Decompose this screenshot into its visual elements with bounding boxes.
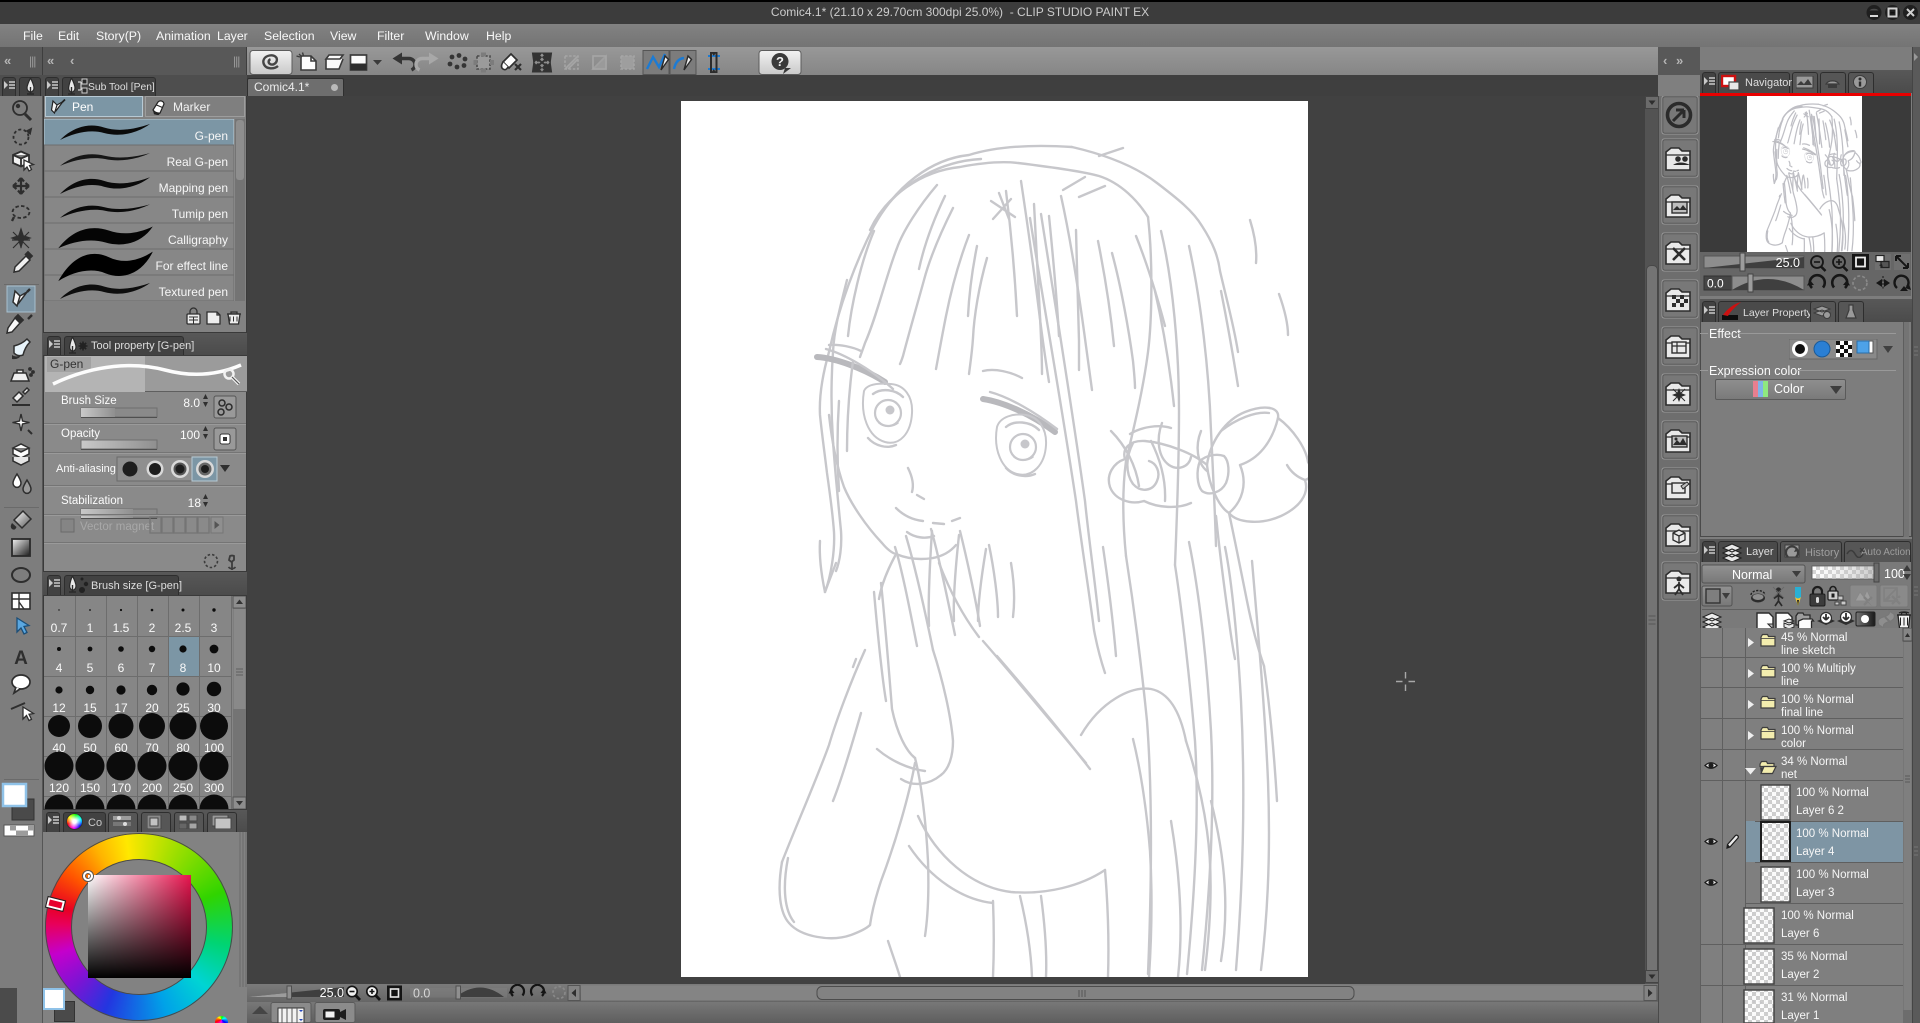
svg-text:25: 25 (176, 701, 190, 715)
svg-text:7: 7 (149, 661, 156, 675)
svg-text:100 % Multiply: 100 % Multiply (1781, 663, 1856, 675)
svg-text:Opacity: Opacity (61, 428, 100, 440)
svg-text:Layer 3: Layer 3 (1796, 887, 1834, 899)
svg-text:final line: final line (1781, 707, 1823, 719)
svg-text:Normal: Normal (1732, 568, 1772, 582)
svg-text:Calligraphy: Calligraphy (168, 233, 228, 247)
svg-text:3: 3 (211, 621, 218, 635)
svg-text:150: 150 (80, 781, 100, 795)
svg-text:18: 18 (188, 496, 202, 510)
svg-text:Layer 4: Layer 4 (1796, 846, 1835, 858)
svg-text:17: 17 (114, 701, 128, 715)
svg-text:Brush Size: Brush Size (61, 395, 117, 407)
svg-text:100 % Normal: 100 % Normal (1796, 869, 1869, 881)
svg-text:170: 170 (111, 781, 131, 795)
svg-text:0.0: 0.0 (1707, 277, 1724, 291)
svg-text:1: 1 (87, 621, 94, 635)
svg-text:net: net (1781, 769, 1798, 781)
svg-text:31 % Normal: 31 % Normal (1781, 992, 1847, 1004)
svg-text:40: 40 (52, 741, 66, 755)
svg-text:120: 120 (49, 781, 69, 795)
svg-text:Real G-pen: Real G-pen (167, 155, 228, 169)
svg-text:45 % Normal: 45 % Normal (1781, 632, 1847, 644)
svg-text:15: 15 (83, 701, 97, 715)
svg-text:10: 10 (207, 661, 221, 675)
svg-text:A: A (14, 648, 28, 669)
svg-text:8: 8 (180, 661, 187, 675)
svg-text:Mapping pen: Mapping pen (159, 181, 228, 195)
svg-text:G-pen: G-pen (195, 129, 228, 143)
svg-text:100 % Normal: 100 % Normal (1796, 828, 1869, 840)
svg-text:Layer 6 2: Layer 6 2 (1796, 805, 1844, 817)
svg-text:4: 4 (56, 661, 63, 675)
svg-text:25.0: 25.0 (320, 986, 344, 1000)
svg-text:70: 70 (145, 741, 159, 755)
svg-text:300: 300 (204, 781, 224, 795)
svg-text:100 % Normal: 100 % Normal (1781, 694, 1854, 706)
svg-text:50: 50 (83, 741, 97, 755)
svg-text:Anti-aliasing: Anti-aliasing (56, 463, 116, 475)
svg-text:34 % Normal: 34 % Normal (1781, 756, 1847, 768)
svg-text:2.5: 2.5 (175, 621, 192, 635)
svg-text:35 % Normal: 35 % Normal (1781, 951, 1847, 963)
svg-text:200: 200 (142, 781, 162, 795)
svg-text:Layer 1: Layer 1 (1781, 1010, 1819, 1022)
svg-text:5: 5 (87, 661, 94, 675)
svg-text:line sketch: line sketch (1781, 645, 1835, 657)
svg-text:60: 60 (114, 741, 128, 755)
svg-text:2: 2 (149, 621, 156, 635)
svg-text:100: 100 (180, 428, 200, 442)
svg-text:For effect line: For effect line (156, 259, 229, 273)
svg-text:100 % Normal: 100 % Normal (1796, 787, 1869, 799)
svg-text:80: 80 (176, 741, 190, 755)
svg-text:100: 100 (1884, 567, 1905, 581)
svg-text:color: color (1781, 738, 1806, 750)
svg-text:8.0: 8.0 (183, 396, 200, 410)
svg-text:20: 20 (145, 701, 159, 715)
svg-text:Stabilization: Stabilization (61, 495, 123, 507)
svg-text:25.0: 25.0 (1776, 256, 1800, 270)
svg-text:Vector magnet: Vector magnet (80, 521, 155, 533)
svg-text:Layer 2: Layer 2 (1781, 969, 1819, 981)
svg-text:250: 250 (173, 781, 193, 795)
svg-text:12: 12 (52, 701, 66, 715)
svg-text:Layer 6: Layer 6 (1781, 928, 1819, 940)
svg-text:?: ? (776, 54, 784, 69)
svg-text:0.7: 0.7 (51, 621, 68, 635)
svg-text:100 % Normal: 100 % Normal (1781, 910, 1854, 922)
svg-text:100 % Normal: 100 % Normal (1781, 725, 1854, 737)
svg-text:Tumip pen: Tumip pen (172, 207, 228, 221)
svg-text:line: line (1781, 676, 1799, 688)
svg-text:100: 100 (204, 741, 224, 755)
svg-text:30: 30 (207, 701, 221, 715)
svg-text:6: 6 (118, 661, 125, 675)
svg-text:1.5: 1.5 (113, 621, 130, 635)
svg-text:Textured pen: Textured pen (159, 285, 228, 299)
